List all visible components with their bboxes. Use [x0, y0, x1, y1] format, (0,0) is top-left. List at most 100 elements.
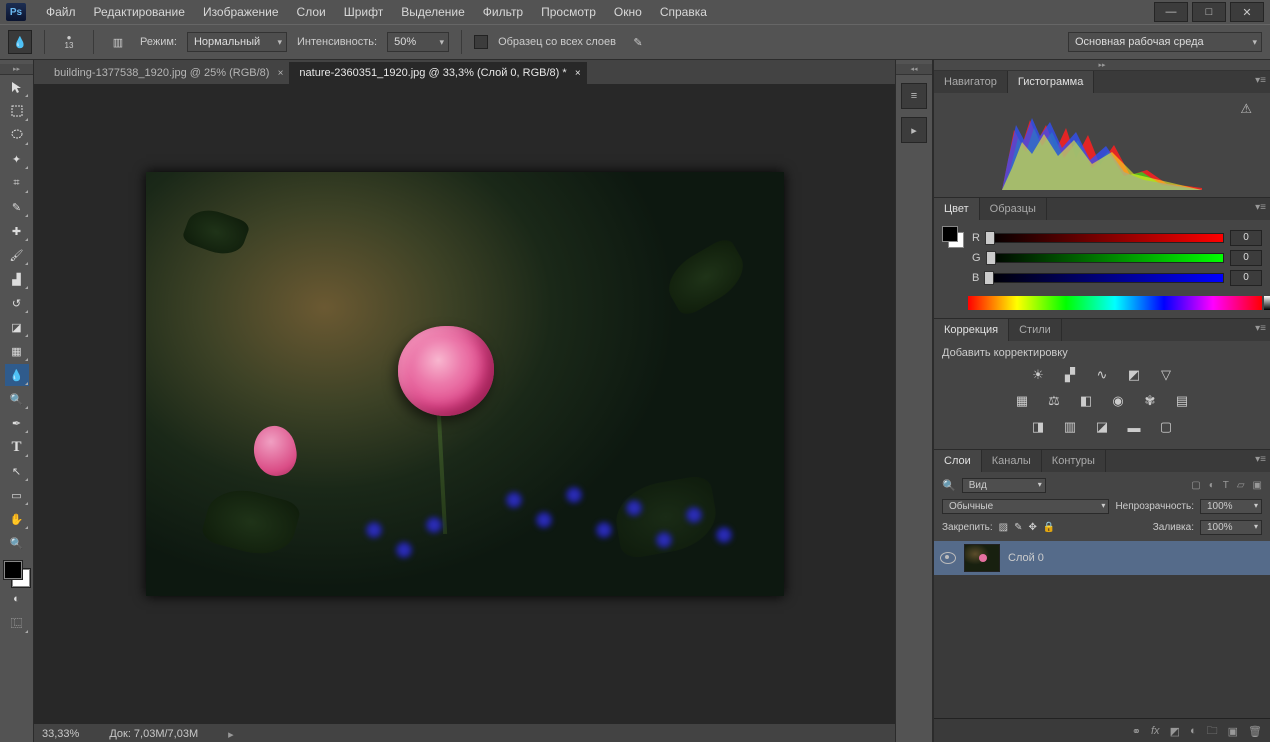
vibrance-icon[interactable]: ▽ — [1155, 365, 1177, 385]
actions-panel-icon[interactable]: ▸ — [901, 117, 927, 143]
menu-filter[interactable]: Фильтр — [475, 2, 531, 22]
layers-tab[interactable]: Слои — [934, 450, 982, 472]
curves-icon[interactable]: ∿ — [1091, 365, 1113, 385]
dock-collapse-icon[interactable]: ◂◂ — [896, 64, 932, 75]
fg-color-swatch[interactable] — [942, 226, 958, 242]
panels-collapse-icon[interactable]: ▸▸ — [934, 60, 1270, 71]
zoom-value[interactable]: 33,33% — [42, 728, 79, 740]
current-tool-icon[interactable]: 💧 — [8, 30, 32, 54]
styles-tab[interactable]: Стили — [1009, 319, 1062, 341]
paths-tab[interactable]: Контуры — [1042, 450, 1106, 472]
layer-list[interactable]: Слой 0 — [934, 541, 1270, 718]
layer-thumbnail[interactable] — [964, 544, 1000, 572]
filter-smart-icon[interactable]: ▣ — [1253, 480, 1262, 491]
filter-type-icon[interactable]: T — [1223, 480, 1229, 491]
intensity-dropdown[interactable]: 50% — [387, 32, 449, 52]
screenmode-tool[interactable]: ⿺ — [5, 612, 29, 634]
brush-preset[interactable]: ●13 — [57, 30, 81, 54]
foreground-swatch[interactable] — [4, 561, 22, 579]
tool-collapse-icon[interactable]: ▸▸ — [0, 64, 33, 75]
workspace-dropdown[interactable]: Основная рабочая среда — [1068, 32, 1262, 52]
new-adjustment-icon[interactable]: ◐ — [1190, 725, 1197, 737]
photo-filter-icon[interactable]: ◉ — [1107, 391, 1129, 411]
b-value[interactable]: 0 — [1230, 270, 1262, 286]
lock-trans-icon[interactable]: ▨ — [999, 522, 1008, 533]
menu-type[interactable]: Шрифт — [336, 2, 391, 22]
menu-edit[interactable]: Редактирование — [86, 2, 193, 22]
balance-icon[interactable]: ⚖ — [1043, 391, 1065, 411]
menu-help[interactable]: Справка — [652, 2, 715, 22]
healing-tool[interactable]: ✚ — [5, 220, 29, 242]
panel-menu-icon[interactable]: ▾≡ — [1255, 75, 1266, 86]
dodge-tool[interactable]: 🔍 — [5, 388, 29, 410]
pressure-icon[interactable]: ✎ — [626, 30, 650, 54]
b-slider[interactable] — [985, 273, 1224, 283]
visibility-toggle[interactable] — [940, 552, 956, 564]
r-slider[interactable] — [986, 233, 1224, 243]
r-value[interactable]: 0 — [1230, 230, 1262, 246]
sample-all-checkbox[interactable] — [474, 35, 488, 49]
history-panel-icon[interactable]: ≡ — [901, 83, 927, 109]
color-tab[interactable]: Цвет — [934, 198, 980, 220]
opacity-input[interactable]: 100% — [1200, 499, 1262, 514]
layer-mask-icon[interactable]: ◩ — [1170, 725, 1180, 738]
channels-tab[interactable]: Каналы — [982, 450, 1042, 472]
menu-view[interactable]: Просмотр — [533, 2, 604, 22]
filter-pixel-icon[interactable]: ▢ — [1191, 480, 1200, 491]
hue-icon[interactable]: ▦ — [1011, 391, 1033, 411]
lock-all-icon[interactable]: 🔒 — [1043, 522, 1055, 533]
close-icon[interactable]: × — [278, 68, 284, 79]
threshold-icon[interactable]: ◪ — [1091, 417, 1113, 437]
marquee-tool[interactable] — [5, 100, 29, 122]
blur-tool[interactable]: 💧 — [5, 364, 29, 386]
new-layer-icon[interactable]: ▣ — [1228, 725, 1238, 738]
posterize-icon[interactable]: ▥ — [1059, 417, 1081, 437]
filter-shape-icon[interactable]: ▱ — [1237, 480, 1245, 491]
invert-icon[interactable]: ◨ — [1027, 417, 1049, 437]
eraser-tool[interactable]: ◪ — [5, 316, 29, 338]
layer-row[interactable]: Слой 0 — [934, 541, 1270, 575]
color-swatches[interactable] — [4, 561, 30, 587]
gradient-map-icon[interactable]: ▬ — [1123, 417, 1145, 437]
layer-name[interactable]: Слой 0 — [1008, 552, 1044, 564]
bw-icon[interactable]: ◧ — [1075, 391, 1097, 411]
panel-menu-icon[interactable]: ▾≡ — [1255, 454, 1266, 465]
crop-tool[interactable]: ⌗ — [5, 172, 29, 194]
link-layers-icon[interactable]: ⚭ — [1132, 725, 1141, 738]
status-arrow-icon[interactable]: ▸ — [228, 728, 234, 741]
g-slider[interactable] — [987, 253, 1224, 263]
menu-select[interactable]: Выделение — [393, 2, 473, 22]
move-tool[interactable] — [5, 76, 29, 98]
close-icon[interactable]: × — [575, 68, 581, 79]
gradient-tool[interactable]: ▦ — [5, 340, 29, 362]
brightness-icon[interactable]: ☀ — [1027, 365, 1049, 385]
panel-menu-icon[interactable]: ▾≡ — [1255, 202, 1266, 213]
pen-tool[interactable]: ✒ — [5, 412, 29, 434]
blend-mode-dropdown[interactable]: Нормальный — [187, 32, 287, 52]
canvas[interactable] — [34, 84, 895, 724]
layer-fx-icon[interactable]: fx — [1151, 725, 1160, 737]
menu-window[interactable]: Окно — [606, 2, 650, 22]
filter-adjust-icon[interactable]: ◐ — [1209, 480, 1215, 491]
close-button[interactable]: ✕ — [1230, 2, 1264, 22]
lasso-tool[interactable] — [5, 124, 29, 146]
minimize-button[interactable]: — — [1154, 2, 1188, 22]
maximize-button[interactable]: □ — [1192, 2, 1226, 22]
eyedropper-tool[interactable]: ✎ — [5, 196, 29, 218]
brush-panel-toggle[interactable]: ▥ — [106, 30, 130, 54]
warning-icon[interactable]: ⚠ — [1240, 101, 1252, 117]
new-group-icon[interactable]: 🗀 — [1207, 722, 1218, 741]
doc-size[interactable]: Док: 7,03M/7,03M — [109, 728, 198, 740]
doc-tab-2[interactable]: nature-2360351_1920.jpg @ 33,3% (Слой 0,… — [289, 62, 586, 84]
levels-icon[interactable]: ▞ — [1059, 365, 1081, 385]
channel-mixer-icon[interactable]: ✾ — [1139, 391, 1161, 411]
blend-mode-select[interactable]: Обычные — [942, 499, 1109, 514]
panel-menu-icon[interactable]: ▾≡ — [1255, 323, 1266, 334]
adjustments-tab[interactable]: Коррекция — [934, 319, 1009, 341]
stamp-tool[interactable]: ▟ — [5, 268, 29, 290]
exposure-icon[interactable]: ◩ — [1123, 365, 1145, 385]
histogram-tab[interactable]: Гистограмма — [1008, 71, 1095, 93]
menu-image[interactable]: Изображение — [195, 2, 287, 22]
delete-layer-icon[interactable]: 🗑 — [1248, 725, 1262, 738]
g-value[interactable]: 0 — [1230, 250, 1262, 266]
